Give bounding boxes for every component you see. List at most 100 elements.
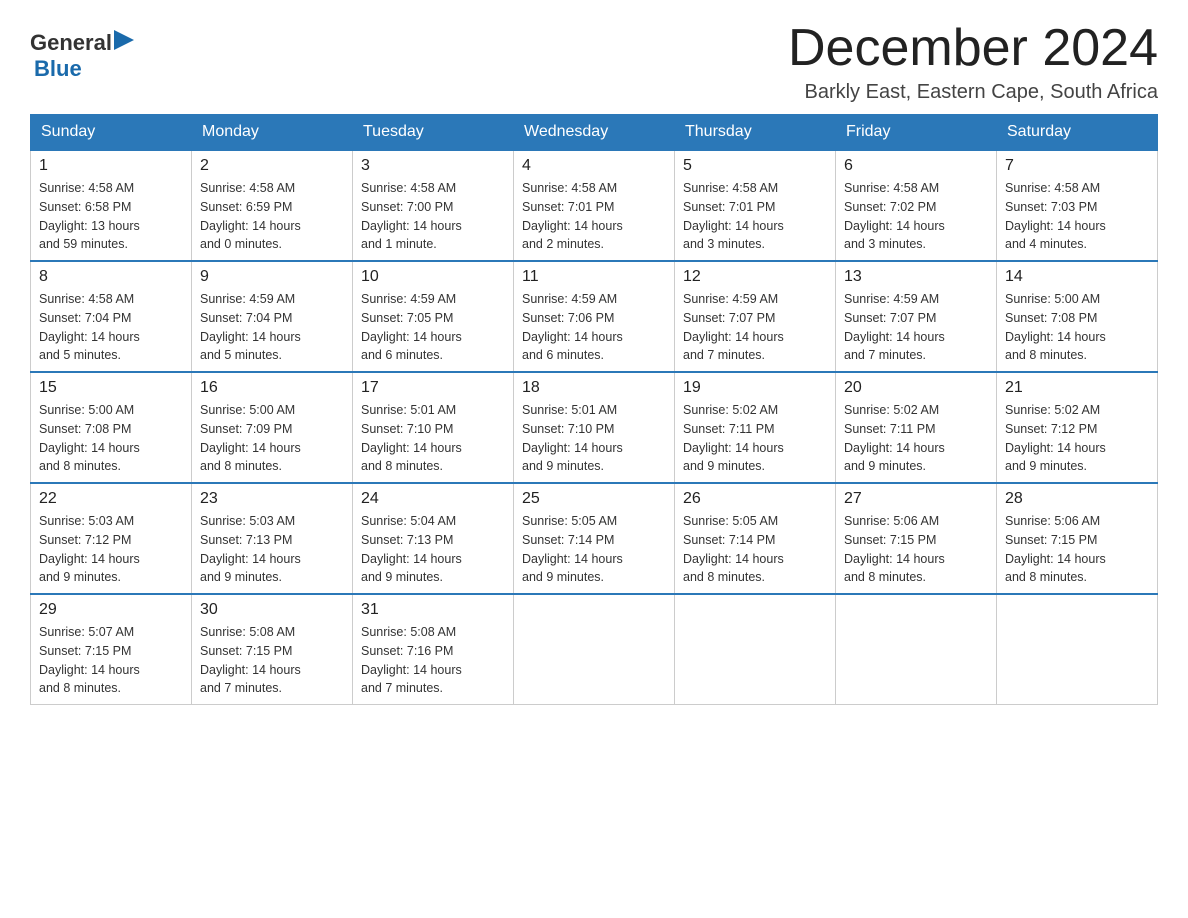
calendar-cell: 2 Sunrise: 4:58 AM Sunset: 6:59 PM Dayli… <box>192 150 353 261</box>
day-number: 13 <box>844 268 988 286</box>
day-info: Sunrise: 5:05 AM Sunset: 7:14 PM Dayligh… <box>522 512 666 587</box>
calendar-cell: 16 Sunrise: 5:00 AM Sunset: 7:09 PM Dayl… <box>192 372 353 483</box>
day-info: Sunrise: 5:00 AM Sunset: 7:08 PM Dayligh… <box>1005 290 1149 365</box>
day-number: 11 <box>522 268 666 286</box>
logo-triangle-icon <box>114 30 134 50</box>
day-number: 9 <box>200 268 344 286</box>
day-number: 28 <box>1005 490 1149 508</box>
calendar-cell: 22 Sunrise: 5:03 AM Sunset: 7:12 PM Dayl… <box>31 483 192 594</box>
calendar-week-row: 29 Sunrise: 5:07 AM Sunset: 7:15 PM Dayl… <box>31 594 1158 705</box>
day-number: 2 <box>200 157 344 175</box>
month-title: December 2024 <box>788 20 1158 77</box>
day-info: Sunrise: 5:02 AM Sunset: 7:12 PM Dayligh… <box>1005 401 1149 476</box>
day-number: 29 <box>39 601 183 619</box>
calendar-cell: 3 Sunrise: 4:58 AM Sunset: 7:00 PM Dayli… <box>353 150 514 261</box>
page-header: General Blue December 2024 Barkly East, … <box>30 20 1158 104</box>
day-info: Sunrise: 5:06 AM Sunset: 7:15 PM Dayligh… <box>1005 512 1149 587</box>
calendar-cell: 27 Sunrise: 5:06 AM Sunset: 7:15 PM Dayl… <box>836 483 997 594</box>
calendar-cell: 30 Sunrise: 5:08 AM Sunset: 7:15 PM Dayl… <box>192 594 353 705</box>
day-number: 3 <box>361 157 505 175</box>
day-header-wednesday: Wednesday <box>514 115 675 151</box>
logo-general-text: General <box>30 30 112 56</box>
calendar-cell: 6 Sunrise: 4:58 AM Sunset: 7:02 PM Dayli… <box>836 150 997 261</box>
calendar-cell: 1 Sunrise: 4:58 AM Sunset: 6:58 PM Dayli… <box>31 150 192 261</box>
calendar-cell: 29 Sunrise: 5:07 AM Sunset: 7:15 PM Dayl… <box>31 594 192 705</box>
day-number: 26 <box>683 490 827 508</box>
day-number: 10 <box>361 268 505 286</box>
calendar-cell: 24 Sunrise: 5:04 AM Sunset: 7:13 PM Dayl… <box>353 483 514 594</box>
day-number: 20 <box>844 379 988 397</box>
day-info: Sunrise: 5:06 AM Sunset: 7:15 PM Dayligh… <box>844 512 988 587</box>
day-info: Sunrise: 5:00 AM Sunset: 7:09 PM Dayligh… <box>200 401 344 476</box>
location-title: Barkly East, Eastern Cape, South Africa <box>788 81 1158 104</box>
calendar-week-row: 22 Sunrise: 5:03 AM Sunset: 7:12 PM Dayl… <box>31 483 1158 594</box>
calendar-cell: 15 Sunrise: 5:00 AM Sunset: 7:08 PM Dayl… <box>31 372 192 483</box>
day-info: Sunrise: 5:08 AM Sunset: 7:16 PM Dayligh… <box>361 623 505 698</box>
logo-blue-text: Blue <box>34 56 82 81</box>
day-number: 31 <box>361 601 505 619</box>
day-number: 15 <box>39 379 183 397</box>
day-info: Sunrise: 4:58 AM Sunset: 7:00 PM Dayligh… <box>361 179 505 254</box>
day-number: 7 <box>1005 157 1149 175</box>
day-number: 19 <box>683 379 827 397</box>
day-number: 27 <box>844 490 988 508</box>
day-number: 23 <box>200 490 344 508</box>
calendar-cell: 28 Sunrise: 5:06 AM Sunset: 7:15 PM Dayl… <box>997 483 1158 594</box>
day-number: 14 <box>1005 268 1149 286</box>
calendar-cell: 9 Sunrise: 4:59 AM Sunset: 7:04 PM Dayli… <box>192 261 353 372</box>
day-number: 22 <box>39 490 183 508</box>
day-info: Sunrise: 4:58 AM Sunset: 7:04 PM Dayligh… <box>39 290 183 365</box>
day-header-monday: Monday <box>192 115 353 151</box>
day-number: 16 <box>200 379 344 397</box>
day-info: Sunrise: 4:58 AM Sunset: 7:02 PM Dayligh… <box>844 179 988 254</box>
calendar-cell <box>997 594 1158 705</box>
day-header-tuesday: Tuesday <box>353 115 514 151</box>
calendar-cell <box>675 594 836 705</box>
day-info: Sunrise: 5:03 AM Sunset: 7:12 PM Dayligh… <box>39 512 183 587</box>
calendar-cell: 13 Sunrise: 4:59 AM Sunset: 7:07 PM Dayl… <box>836 261 997 372</box>
day-info: Sunrise: 5:07 AM Sunset: 7:15 PM Dayligh… <box>39 623 183 698</box>
calendar-table: SundayMondayTuesdayWednesdayThursdayFrid… <box>30 114 1158 705</box>
calendar-cell <box>836 594 997 705</box>
day-number: 1 <box>39 157 183 175</box>
calendar-cell: 19 Sunrise: 5:02 AM Sunset: 7:11 PM Dayl… <box>675 372 836 483</box>
day-info: Sunrise: 5:02 AM Sunset: 7:11 PM Dayligh… <box>844 401 988 476</box>
day-info: Sunrise: 4:59 AM Sunset: 7:06 PM Dayligh… <box>522 290 666 365</box>
day-number: 30 <box>200 601 344 619</box>
calendar-cell: 8 Sunrise: 4:58 AM Sunset: 7:04 PM Dayli… <box>31 261 192 372</box>
calendar-cell: 21 Sunrise: 5:02 AM Sunset: 7:12 PM Dayl… <box>997 372 1158 483</box>
calendar-cell: 14 Sunrise: 5:00 AM Sunset: 7:08 PM Dayl… <box>997 261 1158 372</box>
day-info: Sunrise: 5:00 AM Sunset: 7:08 PM Dayligh… <box>39 401 183 476</box>
day-info: Sunrise: 4:59 AM Sunset: 7:07 PM Dayligh… <box>683 290 827 365</box>
day-number: 25 <box>522 490 666 508</box>
day-number: 12 <box>683 268 827 286</box>
calendar-cell: 12 Sunrise: 4:59 AM Sunset: 7:07 PM Dayl… <box>675 261 836 372</box>
calendar-cell: 20 Sunrise: 5:02 AM Sunset: 7:11 PM Dayl… <box>836 372 997 483</box>
day-header-thursday: Thursday <box>675 115 836 151</box>
calendar-cell: 31 Sunrise: 5:08 AM Sunset: 7:16 PM Dayl… <box>353 594 514 705</box>
day-number: 17 <box>361 379 505 397</box>
calendar-cell: 10 Sunrise: 4:59 AM Sunset: 7:05 PM Dayl… <box>353 261 514 372</box>
day-info: Sunrise: 5:03 AM Sunset: 7:13 PM Dayligh… <box>200 512 344 587</box>
calendar-header-row: SundayMondayTuesdayWednesdayThursdayFrid… <box>31 115 1158 151</box>
day-info: Sunrise: 5:08 AM Sunset: 7:15 PM Dayligh… <box>200 623 344 698</box>
calendar-cell: 18 Sunrise: 5:01 AM Sunset: 7:10 PM Dayl… <box>514 372 675 483</box>
calendar-cell: 7 Sunrise: 4:58 AM Sunset: 7:03 PM Dayli… <box>997 150 1158 261</box>
day-number: 4 <box>522 157 666 175</box>
day-number: 5 <box>683 157 827 175</box>
day-info: Sunrise: 4:58 AM Sunset: 7:01 PM Dayligh… <box>683 179 827 254</box>
title-area: December 2024 Barkly East, Eastern Cape,… <box>788 20 1158 104</box>
calendar-week-row: 8 Sunrise: 4:58 AM Sunset: 7:04 PM Dayli… <box>31 261 1158 372</box>
day-info: Sunrise: 4:59 AM Sunset: 7:04 PM Dayligh… <box>200 290 344 365</box>
day-number: 21 <box>1005 379 1149 397</box>
day-header-sunday: Sunday <box>31 115 192 151</box>
day-info: Sunrise: 4:59 AM Sunset: 7:05 PM Dayligh… <box>361 290 505 365</box>
calendar-cell <box>514 594 675 705</box>
day-info: Sunrise: 4:58 AM Sunset: 7:03 PM Dayligh… <box>1005 179 1149 254</box>
calendar-cell: 11 Sunrise: 4:59 AM Sunset: 7:06 PM Dayl… <box>514 261 675 372</box>
day-info: Sunrise: 4:58 AM Sunset: 7:01 PM Dayligh… <box>522 179 666 254</box>
logo: General Blue <box>30 20 134 82</box>
day-info: Sunrise: 5:05 AM Sunset: 7:14 PM Dayligh… <box>683 512 827 587</box>
calendar-week-row: 1 Sunrise: 4:58 AM Sunset: 6:58 PM Dayli… <box>31 150 1158 261</box>
day-number: 8 <box>39 268 183 286</box>
